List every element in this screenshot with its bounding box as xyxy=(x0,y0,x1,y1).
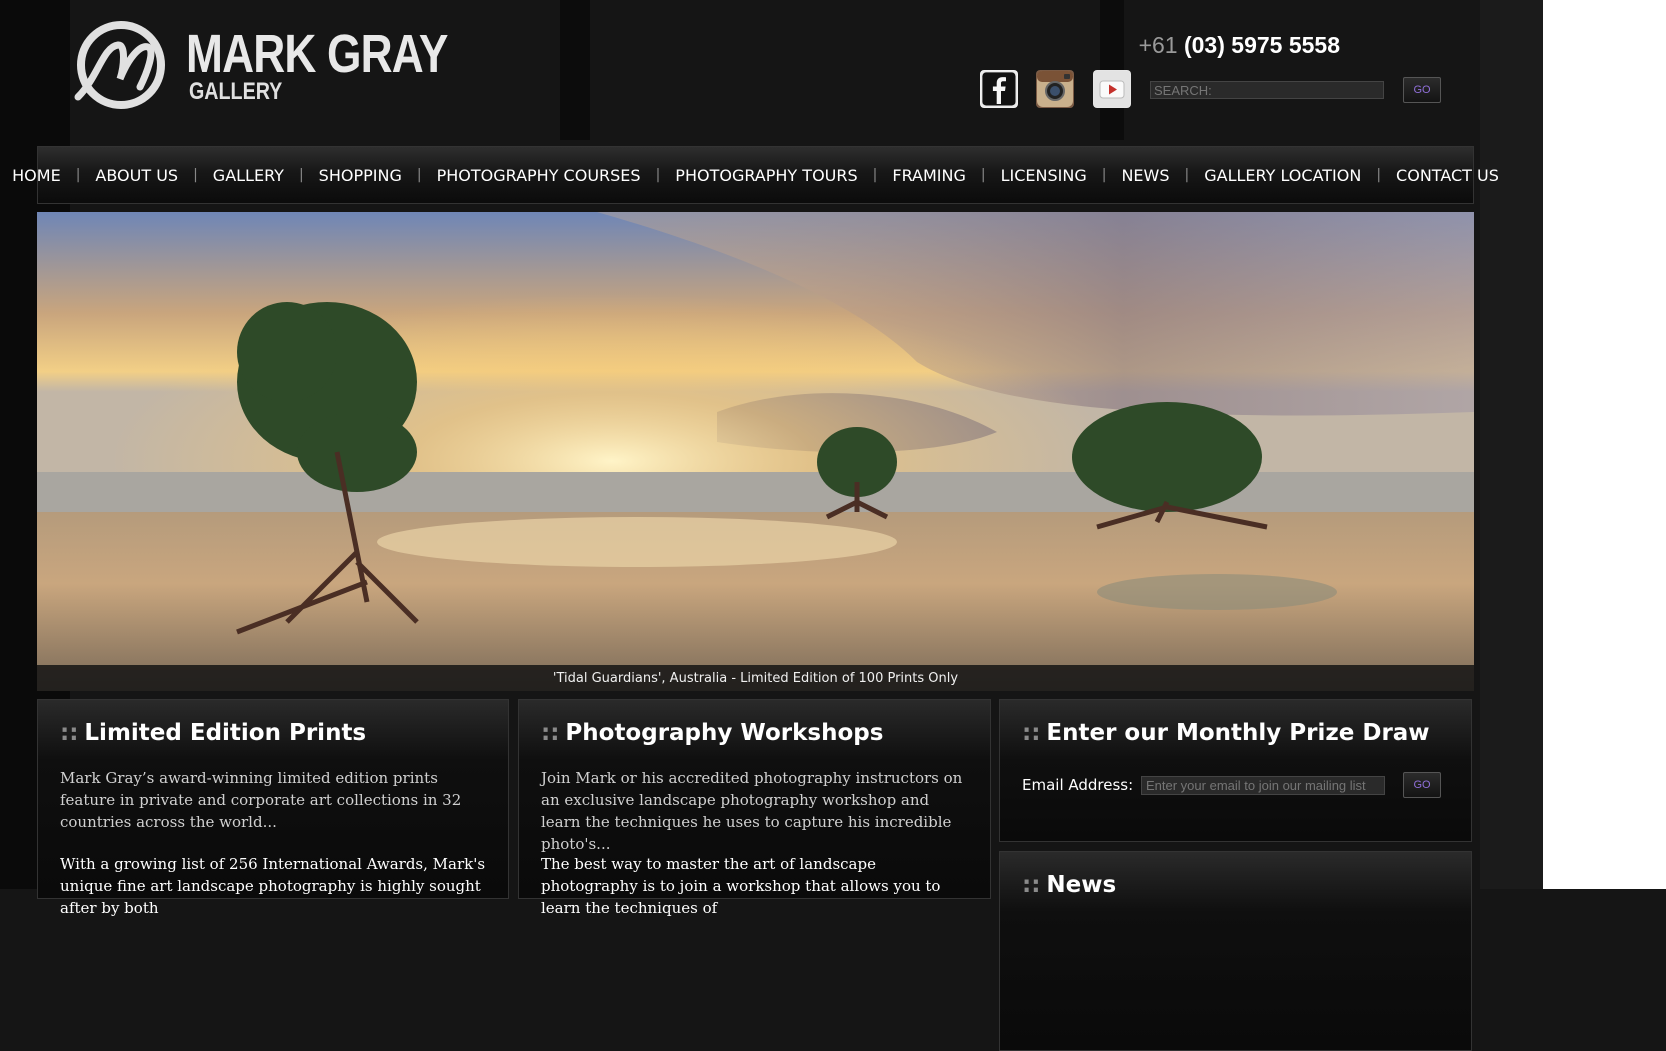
logo-mark-icon xyxy=(74,21,165,109)
phone-number[interactable]: +61 (03) 5975 5558 xyxy=(1139,32,1340,59)
logo-subtitle: GALLERY xyxy=(189,78,283,105)
hero-caption: 'Tidal Guardians', Australia - Limited E… xyxy=(37,665,1474,691)
nav-item-shopping[interactable]: SHOPPING xyxy=(304,166,417,185)
title-dots: :: xyxy=(1022,720,1041,746)
youtube-icon[interactable] xyxy=(1093,70,1131,108)
hero-landscape-image xyxy=(37,212,1474,691)
panel-limited-edition-prints: :: Limited Edition Prints Mark Gray’s awa… xyxy=(37,699,509,917)
email-field[interactable] xyxy=(1141,776,1385,795)
panel-title-text: Enter our Monthly Prize Draw xyxy=(1046,720,1430,746)
nav-item-gallery-location[interactable]: GALLERY LOCATION xyxy=(1189,166,1376,185)
panel-title[interactable]: :: Photography Workshops xyxy=(541,720,883,746)
panel-title-text: Limited Edition Prints xyxy=(84,720,367,746)
main-nav: HOME | ABOUT US | GALLERY | SHOPPING | P… xyxy=(12,146,1499,204)
nav-item-about-us[interactable]: ABOUT US xyxy=(80,166,193,185)
panel-title[interactable]: :: News xyxy=(1022,872,1116,898)
facebook-icon[interactable] xyxy=(980,70,1018,108)
email-go-button[interactable]: GO xyxy=(1403,772,1441,798)
panel-intro-text: Join Mark or his accredited photography … xyxy=(541,769,963,853)
panel-body-text: The best way to master the art of landsc… xyxy=(541,855,941,917)
search-go-button[interactable]: GO xyxy=(1403,77,1441,103)
logo[interactable]: MARK GRAY GALLERY xyxy=(68,17,448,112)
title-dots: :: xyxy=(1022,872,1041,898)
instagram-icon[interactable] xyxy=(1036,70,1074,108)
panel-title: :: Enter our Monthly Prize Draw xyxy=(1022,720,1430,746)
panel-title[interactable]: :: Limited Edition Prints xyxy=(60,720,366,746)
hero-slideshow[interactable]: 'Tidal Guardians', Australia - Limited E… xyxy=(37,212,1474,691)
panel-photography-workshops: :: Photography Workshops Join Mark or his… xyxy=(518,699,991,917)
panel-news: :: News xyxy=(999,851,1472,1051)
nav-item-framing[interactable]: FRAMING xyxy=(877,166,981,185)
page-blank-area xyxy=(1543,0,1666,889)
nav-item-photography-tours[interactable]: PHOTOGRAPHY TOURS xyxy=(660,166,872,185)
email-label: Email Address: xyxy=(1022,776,1134,794)
title-dots: :: xyxy=(60,720,79,746)
logo-title: MARK GRAY xyxy=(186,24,448,84)
page: MARK GRAY GALLERY +61 (03) 5975 5558 GO xyxy=(0,0,1543,1051)
panel-intro-text: Mark Gray’s award-winning limited editio… xyxy=(60,769,462,831)
phone-digits: (03) 5975 5558 xyxy=(1183,32,1340,58)
nav-item-contact-us[interactable]: CONTACT US xyxy=(1381,166,1514,185)
nav-item-home[interactable]: HOME xyxy=(0,166,76,185)
phone-country-code: +61 xyxy=(1138,32,1178,58)
panel-title-text: News xyxy=(1046,872,1117,898)
panel-title-text: Photography Workshops xyxy=(565,720,884,746)
nav-item-news[interactable]: NEWS xyxy=(1106,166,1184,185)
nav-item-licensing[interactable]: LICENSING xyxy=(986,166,1102,185)
search-input[interactable] xyxy=(1150,81,1384,99)
panel-prize-draw: :: Enter our Monthly Prize Draw Email Add… xyxy=(999,699,1472,842)
panel-body-text: With a growing list of 256 International… xyxy=(60,855,486,917)
nav-item-gallery[interactable]: GALLERY xyxy=(198,166,299,185)
nav-item-photography-courses[interactable]: PHOTOGRAPHY COURSES xyxy=(422,166,656,185)
title-dots: :: xyxy=(541,720,560,746)
